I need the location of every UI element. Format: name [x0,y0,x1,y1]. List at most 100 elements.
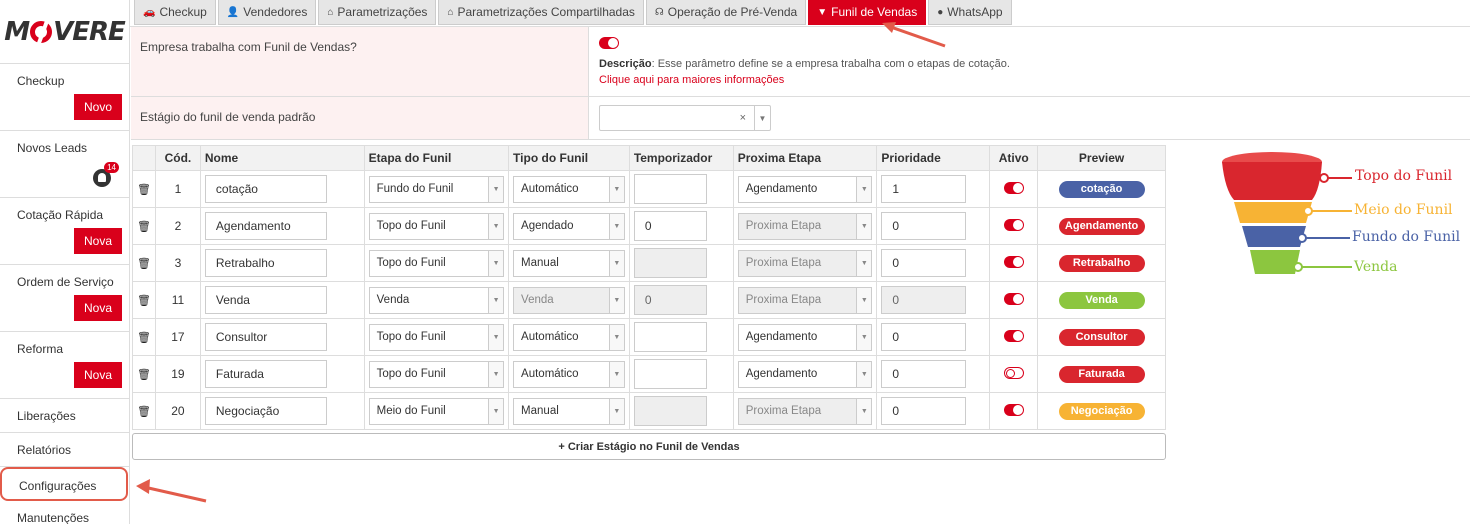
sidebar-item-checkup[interactable]: Checkup Novo [0,64,129,131]
tab-label: Operação de Pré-Venda [667,5,798,19]
param-value: Descrição: Esse parâmetro define se a em… [589,27,1470,96]
active-toggle[interactable] [1003,255,1024,268]
active-cell [989,392,1039,430]
timer-input[interactable] [633,248,707,278]
priority-input[interactable]: 0 [881,249,967,277]
code-cell: 11 [154,281,201,319]
select-value: Automático [521,331,579,343]
stage-name-input[interactable]: Venda [204,286,327,314]
stage-name-input[interactable]: Faturada [204,360,327,388]
priority-input[interactable]: 1 [881,175,967,203]
priority-input[interactable]: 0 [881,212,967,240]
funnel-legend-bottom: Fundo do Funil [1352,229,1461,245]
preview-cell: Retrabalho [1037,244,1166,282]
logo[interactable]: M VERE [0,0,129,64]
sidebar-item-label: Relatórios [17,443,72,457]
sidebar-item-relatorios[interactable]: Relatórios [0,433,129,467]
funnel-stage-select[interactable]: Topo do Funil ▼ [368,323,505,351]
next-stage-select[interactable]: Agendamento ▼ [737,175,873,203]
tab-label: WhatsApp [947,5,1003,19]
funnel-stage-select[interactable]: Venda ▼ [368,286,505,314]
timer-input[interactable] [633,322,707,352]
sidebar-item-label: Cotação Rápida [17,208,104,222]
stage-name-input[interactable]: Negociação [204,397,327,425]
tab-operacao-pre-venda[interactable]: ☊ Operação de Pré-Venda [645,0,807,25]
sidebar-item-reforma[interactable]: Reforma Nova [0,332,129,399]
new-badge-button[interactable]: Nova [73,295,122,321]
stage-name-input[interactable]: Retrabalho [204,249,327,277]
sidebar-item-cotacao-rapida[interactable]: Cotação Rápida Nova [0,198,129,265]
timer-input[interactable] [633,396,707,426]
chevron-down-icon: ▼ [754,106,770,130]
next-stage-select[interactable]: Agendamento ▼ [737,360,873,388]
priority-input[interactable]: 0 [881,360,967,388]
funnel-stage-select[interactable]: Meio do Funil ▼ [368,397,505,425]
timer-input[interactable] [633,359,707,389]
sidebar-item-manutencoes[interactable]: Manutenções [0,501,129,524]
priority-input[interactable]: 0 [881,323,967,351]
funnel-type-select[interactable]: Automático ▼ [513,360,625,388]
select-value: Topo do Funil [376,368,446,380]
sidebar-item-ordem-servico[interactable]: Ordem de Serviço Nova [0,265,129,332]
sidebar-item-novos-leads[interactable]: Novos Leads 14 [0,131,129,198]
stage-name-input[interactable]: cotação [204,175,327,203]
active-toggle[interactable] [1003,366,1024,379]
chevron-down-icon: ▼ [856,287,872,313]
funnel-enabled-toggle[interactable] [599,37,619,49]
tab-vendedores[interactable]: 👤 Vendedores [217,0,317,25]
new-badge-button[interactable]: Nova [73,362,122,388]
select-value: Proxima Etapa [745,257,822,269]
trash-icon[interactable]: 🗑 [137,221,151,233]
active-toggle[interactable] [1003,292,1024,305]
active-toggle[interactable] [1003,403,1024,416]
create-stage-button[interactable]: + Criar Estágio no Funil de Vendas [132,433,1166,460]
timer-input[interactable]: 0 [633,211,707,241]
chat-icon: ● [937,6,944,18]
next-stage-select[interactable]: Proxima Etapa ▼ [737,286,873,314]
funnel-stage-select[interactable]: Topo do Funil ▼ [368,249,505,277]
funnel-type-select[interactable]: Automático ▼ [513,323,625,351]
new-badge-button[interactable]: Novo [73,94,122,120]
stage-name-input[interactable]: Agendamento [204,212,327,240]
next-stage-select[interactable]: Proxima Etapa ▼ [737,397,873,425]
funnel-type-select[interactable]: Automático ▼ [513,175,625,203]
default-stage-select[interactable]: × ▼ [599,105,771,131]
trash-icon[interactable]: 🗑 [137,369,151,381]
new-badge-button[interactable]: Nova [73,228,122,254]
funnel-stage-select[interactable]: Fundo do Funil ▼ [368,175,505,203]
trash-icon[interactable]: 🗑 [137,332,151,344]
timer-input[interactable]: 0 [633,285,707,315]
funnel-type-select[interactable]: Manual ▼ [513,249,625,277]
funnel-stage-select[interactable]: Topo do Funil ▼ [368,212,505,240]
trash-icon[interactable]: 🗑 [137,184,151,196]
table-row: 🗑 3 Retrabalho Topo do Funil ▼ Manual ▼ Proxima… [132,244,1166,282]
trash-icon[interactable]: 🗑 [137,295,151,307]
priority-input[interactable]: 0 [881,286,967,314]
clear-icon[interactable]: × [740,112,746,124]
funnel-type-select[interactable]: Manual ▼ [513,397,625,425]
active-toggle[interactable] [1003,181,1024,194]
priority-input[interactable]: 0 [881,397,967,425]
tab-checkup[interactable]: 🚗 Checkup [134,0,216,25]
header-code: Cód. [154,145,201,171]
sidebar-item-liberacoes[interactable]: Liberações [0,399,129,433]
next-stage-select[interactable]: Proxima Etapa ▼ [737,249,873,277]
active-toggle[interactable] [1003,218,1024,231]
funnel-stage-select[interactable]: Topo do Funil ▼ [368,360,505,388]
tab-parametrizacoes-compartilhadas[interactable]: ⌂ Parametrizações Compartilhadas [438,0,644,25]
timer-input[interactable] [633,174,707,204]
stage-name-input[interactable]: Consultor [204,323,327,351]
car-icon: 🚗 [143,6,156,18]
more-info-link[interactable]: Clique aqui para maiores informações [599,74,1460,86]
trash-icon[interactable]: 🗑 [137,258,151,270]
funnel-type-select[interactable]: Agendado ▼ [513,212,625,240]
funnel-type-select[interactable]: Venda ▼ [513,286,625,314]
trash-icon[interactable]: 🗑 [137,406,151,418]
name-cell: Venda [199,281,365,319]
next-stage-select[interactable]: Proxima Etapa ▼ [737,212,873,240]
active-toggle[interactable] [1003,329,1024,342]
sidebar-item-configuracoes[interactable]: Configurações [0,467,128,501]
select-value: Agendamento [745,183,818,195]
tab-parametrizacoes[interactable]: ⌂ Parametrizações [318,0,437,25]
next-stage-select[interactable]: Agendamento ▼ [737,323,873,351]
